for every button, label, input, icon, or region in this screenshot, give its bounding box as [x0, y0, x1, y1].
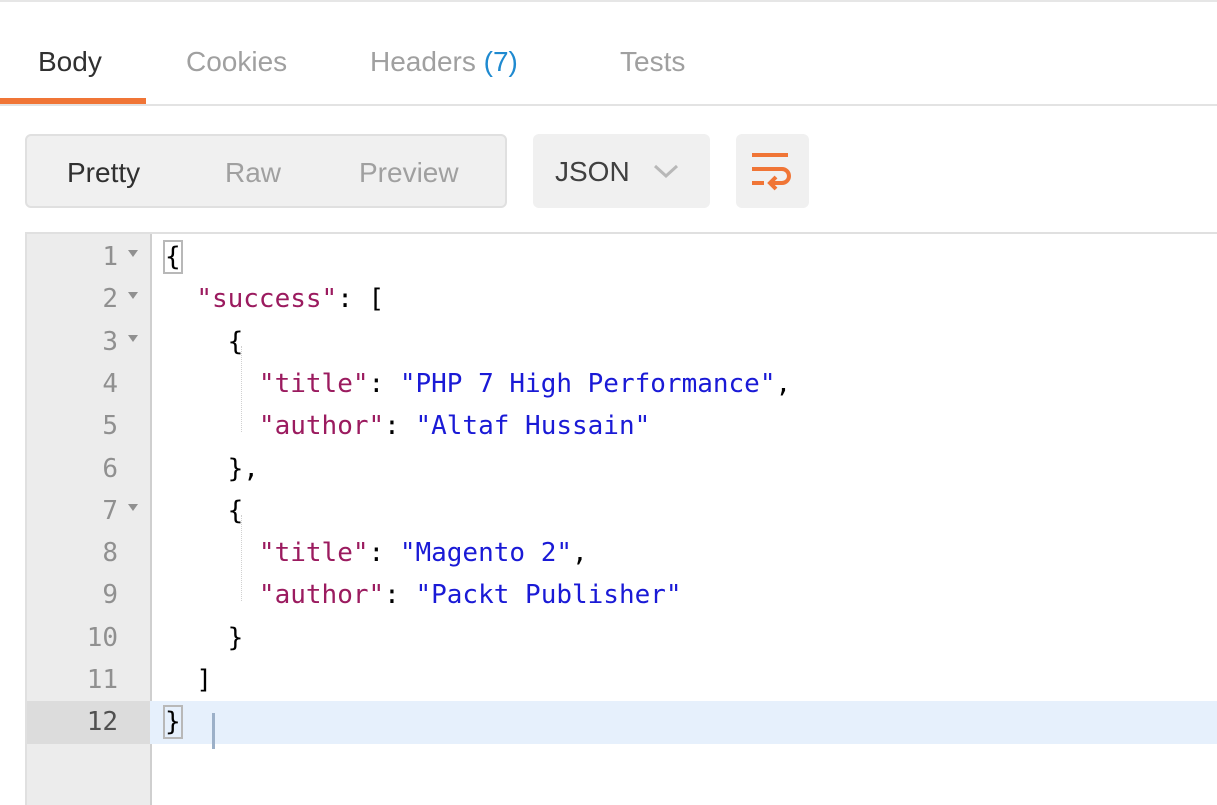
- code-line: 6 },: [27, 448, 1217, 490]
- gutter-cell: 3: [27, 321, 150, 363]
- format-dropdown[interactable]: JSON: [533, 134, 710, 208]
- tab-headers[interactable]: Headers (7): [370, 44, 518, 80]
- json-punct: :: [368, 538, 400, 569]
- view-mode-selector: Pretty Raw Preview: [25, 134, 507, 208]
- json-punct: : [: [337, 284, 385, 315]
- fold-arrow-icon[interactable]: [128, 503, 138, 511]
- code-text: {: [165, 494, 244, 528]
- code-line: 4 "title": "PHP 7 High Performance",: [27, 363, 1217, 405]
- line-number: 8: [102, 538, 118, 569]
- gutter-cell: 6: [27, 448, 150, 490]
- code-line: 11 ]: [27, 659, 1217, 701]
- line-number: 10: [86, 622, 118, 653]
- line-number: 6: [102, 453, 118, 484]
- json-punct: :: [368, 368, 400, 399]
- json-punct: :: [384, 580, 416, 611]
- fold-arrow-icon[interactable]: [128, 292, 138, 300]
- json-key: "title": [258, 368, 369, 399]
- fold-arrow-icon[interactable]: [128, 334, 138, 342]
- code-text: "author": "Packt Publisher": [165, 578, 682, 612]
- gutter-cell: 10: [27, 617, 150, 659]
- code-line: 10 }: [27, 617, 1217, 659]
- json-punct: ]: [196, 665, 212, 695]
- wrap-lines-button[interactable]: [736, 134, 809, 208]
- line-number: 5: [102, 411, 118, 442]
- json-key: "author": [258, 580, 385, 611]
- json-key: "author": [258, 411, 385, 442]
- json-punct: {: [227, 495, 244, 526]
- chevron-down-icon: [653, 164, 679, 179]
- gutter-cell: 12: [27, 701, 150, 744]
- code-text: ]: [165, 663, 212, 697]
- tab-headers-label: Headers: [370, 46, 476, 77]
- gutter-cell: 8: [27, 532, 150, 574]
- code-line: 5 "author": "Altaf Hussain": [27, 405, 1217, 447]
- close-brace: }: [163, 705, 183, 740]
- json-punct: {: [227, 326, 244, 357]
- json-string: "Altaf Hussain": [415, 411, 651, 442]
- code-text: "author": "Altaf Hussain": [165, 409, 650, 443]
- code-text: "success": [: [165, 282, 384, 316]
- code-line: 9 "author": "Packt Publisher": [27, 574, 1217, 616]
- fold-arrow-icon[interactable]: [128, 250, 138, 257]
- code-line: 8 "title": "Magento 2",: [27, 532, 1217, 574]
- line-number: 7: [102, 495, 118, 526]
- gutter-cell: 1: [27, 236, 150, 278]
- code-line: 2 "success": [: [27, 278, 1217, 320]
- tab-tests[interactable]: Tests: [620, 44, 685, 80]
- wrap-lines-icon: [752, 153, 791, 191]
- json-punct: }: [227, 622, 244, 653]
- headers-count-badge: (7): [483, 46, 518, 77]
- code-line-active: 12 }: [27, 701, 1217, 744]
- gutter-cell: 7: [27, 490, 150, 532]
- response-body-editor[interactable]: 1 { 2 "success": [ 3 { 4 "title": "PHP 7…: [25, 232, 1217, 805]
- json-punct: :: [384, 411, 416, 442]
- line-number: 11: [86, 665, 118, 695]
- tab-body[interactable]: Body: [38, 44, 102, 80]
- code-line: 3 {: [27, 321, 1217, 363]
- code-text: }: [163, 705, 183, 740]
- line-number: 2: [102, 284, 118, 315]
- raw-button[interactable]: Raw: [225, 155, 281, 191]
- code-text: "title": "Magento 2",: [165, 536, 588, 570]
- code-text: }: [165, 621, 244, 655]
- json-string: "Magento 2": [399, 538, 572, 569]
- code-text: {: [163, 240, 183, 274]
- format-selected-value: JSON: [555, 156, 630, 187]
- active-tab-indicator: [0, 98, 146, 104]
- gutter-cell: 11: [27, 659, 150, 701]
- line-number: 3: [102, 326, 118, 357]
- gutter-cell: 9: [27, 574, 150, 616]
- text-cursor: [212, 713, 215, 749]
- json-punct: ,: [572, 538, 588, 569]
- code-text: {: [165, 325, 244, 359]
- preview-button[interactable]: Preview: [359, 155, 459, 191]
- line-number: 9: [102, 580, 118, 611]
- json-string: "PHP 7 High Performance": [399, 368, 776, 399]
- json-key: "title": [258, 538, 369, 569]
- code-text: "title": "PHP 7 High Performance",: [165, 367, 791, 401]
- line-number: 4: [102, 368, 118, 399]
- json-string: "Packt Publisher": [415, 580, 682, 611]
- gutter-cell: 5: [27, 405, 150, 447]
- line-number: 1: [102, 242, 118, 272]
- code-line: 1 {: [27, 236, 1217, 278]
- json-punct: ,: [775, 368, 792, 399]
- gutter-cell: 2: [27, 278, 150, 320]
- open-brace: {: [163, 240, 183, 274]
- json-punct: },: [227, 453, 259, 484]
- line-number: 12: [86, 707, 118, 738]
- code-line: 7 {: [27, 490, 1217, 532]
- tab-cookies[interactable]: Cookies: [186, 44, 287, 80]
- pretty-button[interactable]: Pretty: [67, 155, 140, 191]
- code-text: },: [165, 452, 259, 486]
- gutter-cell: 4: [27, 363, 150, 405]
- json-key: "success": [196, 284, 338, 315]
- response-tabs: Body Cookies Headers (7) Tests: [0, 0, 1217, 106]
